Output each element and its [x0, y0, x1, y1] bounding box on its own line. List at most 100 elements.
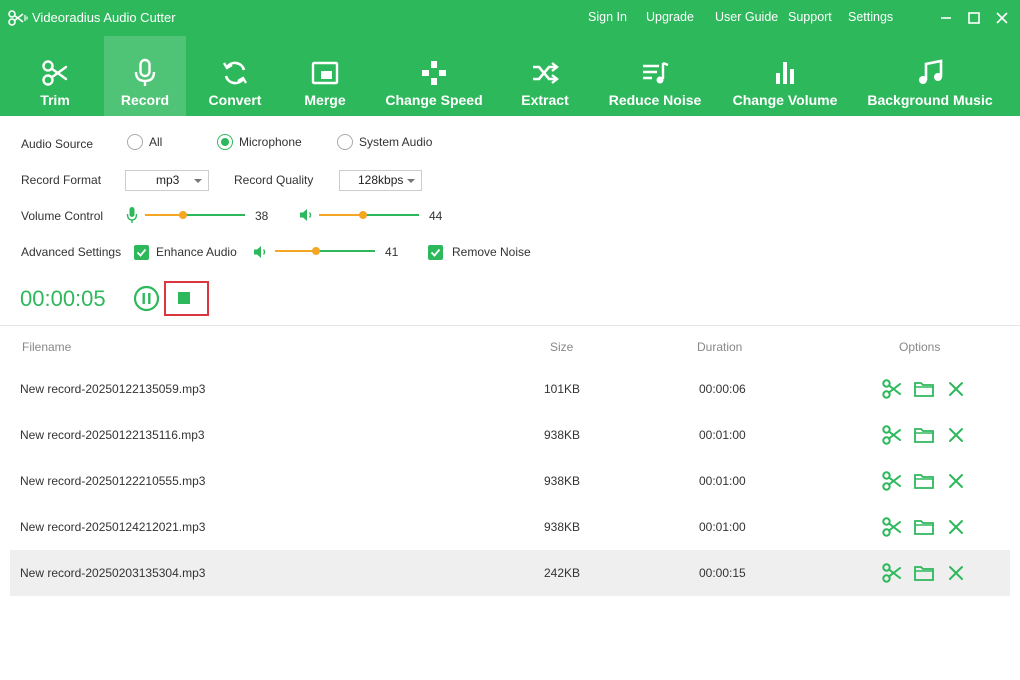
delete-icon[interactable] — [945, 516, 967, 538]
audio-source-label: Audio Source — [21, 137, 94, 151]
maximize-icon[interactable] — [964, 8, 984, 28]
row-duration: 00:01:00 — [699, 474, 746, 488]
recording-timer: 00:00:05 — [20, 286, 106, 311]
microphone-icon — [126, 207, 138, 223]
enhance-audio-label: Enhance Audio — [156, 245, 237, 259]
bar-chart-icon — [776, 62, 794, 84]
slider-thumb[interactable] — [312, 247, 320, 255]
column-header-options: Options — [899, 340, 941, 354]
tool-trim[interactable]: Trim — [10, 36, 100, 116]
chevron-down-icon — [194, 179, 202, 183]
enhance-volume-value: 41 — [385, 245, 399, 259]
sign-in-link[interactable]: Sign In — [588, 10, 627, 24]
folder-icon[interactable] — [913, 562, 935, 584]
column-header-duration: Duration — [697, 340, 743, 354]
tool-label: Merge — [304, 92, 346, 108]
remove-noise-checkbox[interactable] — [428, 245, 443, 260]
checkmark-icon — [430, 248, 441, 257]
tool-label: Background Music — [867, 92, 993, 108]
tool-background-music[interactable]: Background Music — [862, 36, 998, 116]
slider-thumb[interactable] — [359, 211, 367, 219]
radio-microphone[interactable] — [217, 134, 233, 150]
slider-thumb[interactable] — [179, 211, 187, 219]
microphone-icon — [134, 58, 156, 86]
tool-label: Convert — [208, 92, 262, 108]
enhance-volume-slider[interactable] — [275, 244, 375, 258]
app-logo-icon — [8, 10, 28, 26]
radio-all-label: All — [149, 135, 163, 149]
tool-label: Extract — [521, 92, 569, 108]
row-size: 242KB — [544, 566, 581, 580]
tool-change-volume[interactable]: Change Volume — [728, 36, 842, 116]
record-format-value: mp3 — [156, 173, 180, 187]
enhance-audio-checkbox[interactable] — [134, 245, 149, 260]
row-filename: New record-20250203135304.mp3 — [20, 566, 206, 580]
checkmark-icon — [136, 248, 147, 257]
row-duration: 00:01:00 — [699, 428, 746, 442]
column-header-filename: Filename — [22, 340, 72, 354]
merge-icon — [311, 61, 339, 85]
delete-icon[interactable] — [945, 378, 967, 400]
minimize-icon[interactable] — [936, 8, 956, 28]
speaker-icon — [254, 246, 266, 258]
tool-change-speed[interactable]: Change Speed — [378, 36, 490, 116]
gamepad-icon — [422, 61, 446, 85]
trim-file-icon[interactable] — [881, 562, 903, 584]
record-format-select[interactable]: mp3 — [125, 170, 209, 191]
pause-button[interactable] — [133, 285, 160, 312]
radio-all[interactable] — [127, 134, 143, 150]
stop-button[interactable] — [177, 291, 191, 305]
row-filename: New record-20250122210555.mp3 — [20, 474, 206, 488]
delete-icon[interactable] — [945, 470, 967, 492]
trim-file-icon[interactable] — [881, 470, 903, 492]
row-size: 938KB — [544, 520, 581, 534]
shuffle-icon — [533, 62, 559, 84]
trim-file-icon[interactable] — [881, 516, 903, 538]
record-quality-label: Record Quality — [234, 173, 314, 187]
trim-file-icon[interactable] — [881, 424, 903, 446]
table-row[interactable]: New record-20250122135059.mp3 101KB 00:0… — [10, 366, 1010, 412]
scissors-icon — [42, 60, 68, 86]
music-note-icon — [919, 59, 943, 84]
delete-icon[interactable] — [945, 562, 967, 584]
tool-reduce-noise[interactable]: Reduce Noise — [604, 36, 706, 116]
table-row[interactable]: New record-20250203135304.mp3 242KB 00:0… — [10, 550, 1010, 596]
table-row[interactable]: New record-20250122210555.mp3 938KB 00:0… — [10, 458, 1010, 504]
section-divider — [0, 325, 1020, 326]
tool-label: Change Volume — [732, 92, 838, 108]
close-window-icon[interactable] — [992, 8, 1012, 28]
row-duration: 00:00:06 — [699, 382, 746, 396]
delete-icon[interactable] — [945, 424, 967, 446]
remove-noise-label: Remove Noise — [452, 245, 531, 259]
folder-icon[interactable] — [913, 424, 935, 446]
record-quality-value: 128kbps — [358, 173, 404, 187]
mic-volume-value: 38 — [255, 209, 269, 223]
folder-icon[interactable] — [913, 516, 935, 538]
tool-merge[interactable]: Merge — [284, 36, 366, 116]
noise-icon — [643, 61, 669, 84]
chevron-down-icon — [407, 179, 415, 183]
volume-control-label: Volume Control — [21, 209, 104, 223]
row-duration: 00:01:00 — [699, 520, 746, 534]
user-guide-link[interactable]: User Guide — [715, 10, 778, 24]
tool-extract[interactable]: Extract — [508, 36, 582, 116]
support-link[interactable]: Support — [788, 10, 832, 24]
tool-record[interactable]: Record — [104, 36, 186, 116]
table-row[interactable]: New record-20250122135116.mp3 938KB 00:0… — [10, 412, 1010, 458]
folder-icon[interactable] — [913, 470, 935, 492]
folder-icon[interactable] — [913, 378, 935, 400]
upgrade-link[interactable]: Upgrade — [646, 10, 694, 24]
trim-file-icon[interactable] — [881, 378, 903, 400]
settings-link[interactable]: Settings — [848, 10, 893, 24]
column-header-size: Size — [550, 340, 574, 354]
row-size: 101KB — [544, 382, 581, 396]
tool-convert[interactable]: Convert — [192, 36, 278, 116]
mic-volume-slider[interactable] — [145, 208, 245, 222]
refresh-icon — [222, 61, 248, 85]
radio-system-audio[interactable] — [337, 134, 353, 150]
tool-label: Record — [120, 92, 170, 108]
advanced-settings-label: Advanced Settings — [21, 245, 122, 259]
record-quality-select[interactable]: 128kbps — [339, 170, 422, 191]
system-volume-slider[interactable] — [319, 208, 419, 222]
table-row[interactable]: New record-20250124212021.mp3 938KB 00:0… — [10, 504, 1010, 550]
